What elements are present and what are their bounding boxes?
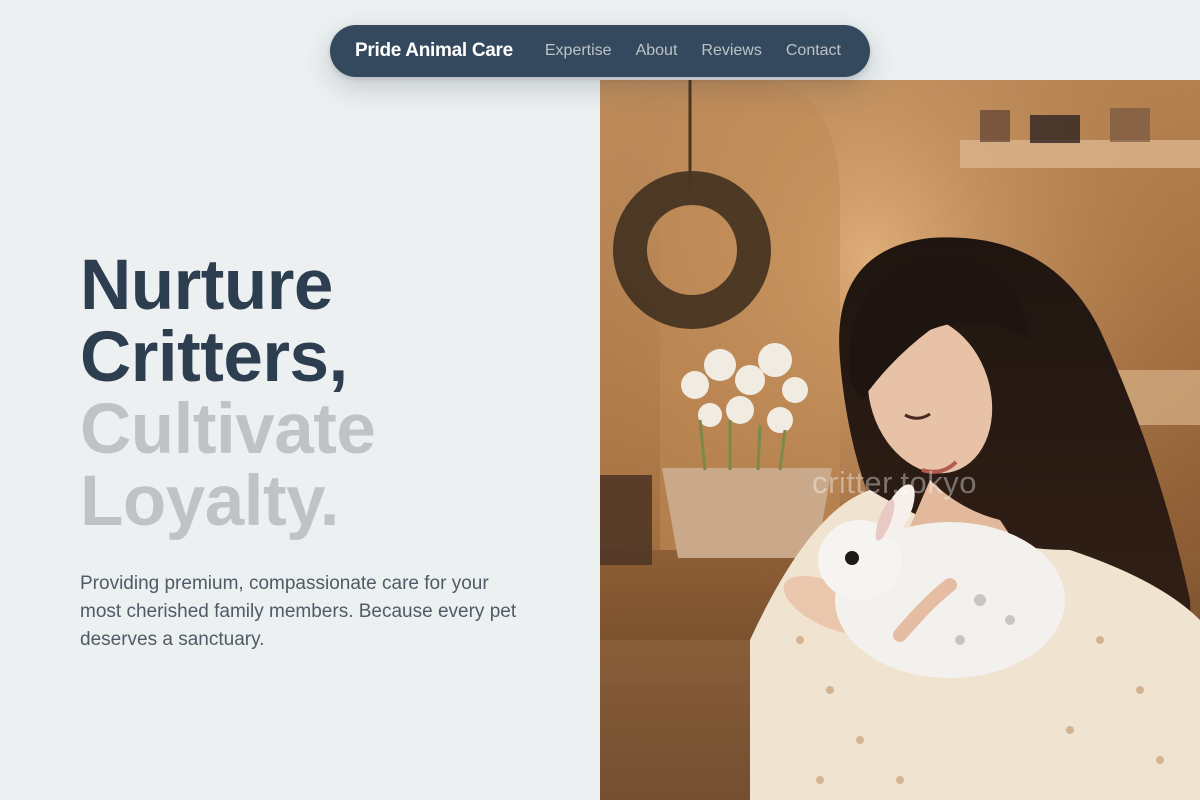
headline-line-4: Loyalty. [80, 462, 340, 541]
nav-links: Expertise About Reviews Contact [545, 42, 841, 60]
nav-link-contact[interactable]: Contact [786, 42, 841, 60]
nav-link-reviews[interactable]: Reviews [701, 42, 761, 60]
brand-logo-text[interactable]: Pride Animal Care [355, 40, 513, 62]
hero-description: Providing premium, compassionate care fo… [80, 573, 517, 650]
photo-illustration [600, 80, 1200, 800]
nav-link-about[interactable]: About [636, 42, 678, 60]
headline-line-2: Critters, [80, 318, 348, 397]
nav-link-expertise[interactable]: Expertise [545, 42, 612, 60]
hero-headline: Nurture Critters, Cultivate Loyalty. [80, 250, 540, 538]
image-watermark: critter.tokyo [812, 465, 977, 500]
hero-text-block: Nurture Critters, Cultivate Loyalty. Pro… [80, 250, 540, 654]
hero-photo: critter.tokyo [600, 80, 1200, 800]
top-navigation: Pride Animal Care Expertise About Review… [330, 25, 870, 77]
headline-line-3: Cultivate [80, 390, 376, 469]
headline-line-1: Nurture [80, 246, 333, 325]
